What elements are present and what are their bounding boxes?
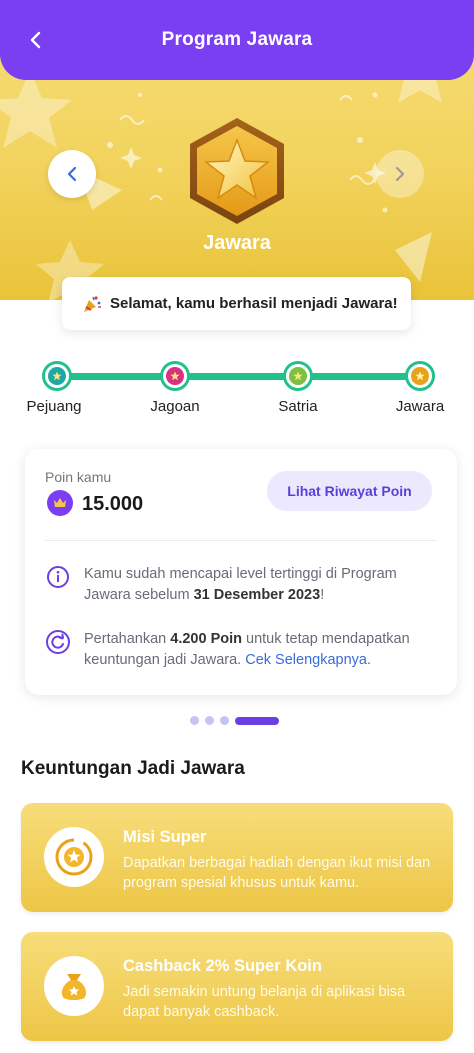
points-history-button[interactable]: Lihat Riwayat Poin <box>267 471 432 511</box>
star-gem-icon <box>411 367 429 385</box>
level-label-jagoan: Jagoan <box>150 398 200 415</box>
level-label-pejuang: Pejuang <box>26 398 82 415</box>
benefit-card-misi-super[interactable]: Misi Super Dapatkan berbagai hadiah deng… <box>21 803 453 912</box>
benefits-section-title: Keuntungan Jadi Jawara <box>21 758 245 779</box>
top-app-bar: Program Jawara <box>0 0 474 80</box>
mission-star-icon <box>44 827 104 887</box>
info-maintain-points-text: Pertahankan 4.200 Poin untuk tetap menda… <box>84 631 410 668</box>
level-label-satria: Satria <box>278 398 318 415</box>
congrats-banner: Selamat, kamu berhasil menjadi Jawara! <box>62 277 411 330</box>
congrats-text: Selamat, kamu berhasil menjadi Jawara! <box>110 295 398 312</box>
crown-coin-icon <box>47 490 73 516</box>
benefit-desc: Dapatkan berbagai hadiah dengan ikut mis… <box>123 855 431 891</box>
poin-card: Poin kamu 15.000 Lihat Riwayat Poin Kamu… <box>25 449 457 695</box>
gold-star-hexagon-badge-icon <box>190 118 284 224</box>
benefit-card-cashback[interactable]: Cashback 2% Super Koin Jadi semakin untu… <box>21 932 453 1041</box>
refresh-cycle-icon <box>45 629 71 655</box>
poin-value: 15.000 <box>82 493 144 515</box>
chevron-right-icon <box>395 166 405 182</box>
carousel-dot[interactable] <box>190 716 199 725</box>
level-step-jawara <box>405 361 435 391</box>
benefit-title: Misi Super <box>123 828 207 846</box>
next-level-button[interactable] <box>376 150 424 198</box>
carousel-dot[interactable] <box>220 716 229 725</box>
info-highest-level-text: Kamu sudah mencapai level tertinggi di P… <box>84 566 397 603</box>
carousel-dot-active[interactable] <box>235 716 279 725</box>
level-step-pejuang <box>42 361 72 391</box>
level-step-jagoan <box>160 361 190 391</box>
level-step-satria <box>283 361 313 391</box>
previous-level-button[interactable] <box>48 150 96 198</box>
level-label-jawara: Jawara <box>395 398 445 415</box>
star-gem-icon <box>48 367 66 385</box>
star-gem-icon <box>166 367 184 385</box>
level-name: Jawara <box>203 232 271 254</box>
info-icon <box>45 564 71 590</box>
star-gem-icon <box>289 367 307 385</box>
info-maintain-points: Pertahankan 4.200 Poin untuk tetap menda… <box>45 629 437 671</box>
poin-label: Poin kamu <box>45 469 112 485</box>
back-button[interactable] <box>18 22 54 58</box>
page-title: Program Jawara <box>161 29 313 50</box>
see-more-link[interactable]: Cek Selengkapnya <box>245 652 367 668</box>
coin-bag-icon <box>44 956 104 1016</box>
benefit-desc: Jadi semakin untung belanja di aplikasi … <box>123 984 406 1020</box>
divider <box>45 540 437 541</box>
benefit-title: Cashback 2% Super Koin <box>123 957 322 975</box>
level-progress-track <box>56 373 420 380</box>
info-highest-level: Kamu sudah mencapai level tertinggi di P… <box>45 564 437 606</box>
party-popper-icon <box>84 295 101 312</box>
arrow-left-icon <box>30 31 41 49</box>
carousel-indicator <box>190 716 279 725</box>
carousel-dot[interactable] <box>205 716 214 725</box>
chevron-left-icon <box>67 166 77 182</box>
